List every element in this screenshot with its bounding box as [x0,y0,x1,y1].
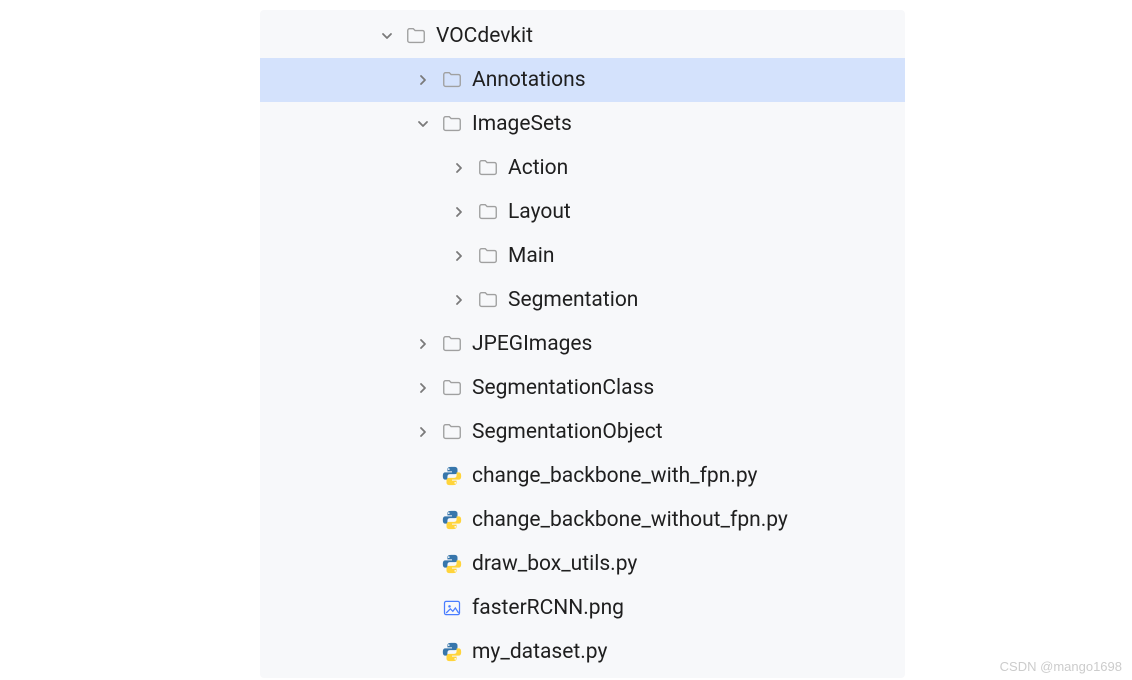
folder-label: Segmentation [508,288,638,312]
folder-label: ImageSets [472,112,572,136]
tree-folder-segmentationobject[interactable]: SegmentationObject [260,410,905,454]
python-file-icon [440,464,464,488]
tree-file-my-dataset[interactable]: my_dataset.py [260,630,905,674]
folder-label: Main [508,244,554,268]
folder-label: JPEGImages [472,332,592,356]
chevron-right-icon [412,333,434,355]
chevron-right-icon [448,201,470,223]
python-file-icon [440,552,464,576]
tree-folder-annotations[interactable]: Annotations [260,58,905,102]
folder-icon [440,376,464,400]
tree-folder-imagesets[interactable]: ImageSets [260,102,905,146]
chevron-right-icon [448,245,470,267]
folder-icon [476,288,500,312]
python-file-icon [440,508,464,532]
tree-file-draw-box-utils[interactable]: draw_box_utils.py [260,542,905,586]
tree-file-change-backbone-with-fpn[interactable]: change_backbone_with_fpn.py [260,454,905,498]
chevron-right-icon [448,157,470,179]
tree-folder-action[interactable]: Action [260,146,905,190]
tree-file-fasterrcnn-png[interactable]: fasterRCNN.png [260,586,905,630]
folder-icon [476,200,500,224]
image-file-icon [440,596,464,620]
chevron-right-icon [412,377,434,399]
folder-icon [476,244,500,268]
folder-icon [440,68,464,92]
folder-label: Layout [508,200,571,224]
chevron-right-icon [412,421,434,443]
folder-icon [440,332,464,356]
chevron-down-icon [376,25,398,47]
folder-icon [440,420,464,444]
python-file-icon [440,640,464,664]
folder-icon [476,156,500,180]
tree-folder-jpegimages[interactable]: JPEGImages [260,322,905,366]
folder-label: Action [508,156,568,180]
file-label: draw_box_utils.py [472,552,637,576]
folder-label: SegmentationClass [472,376,654,400]
folder-label: SegmentationObject [472,420,663,444]
tree-folder-segmentationclass[interactable]: SegmentationClass [260,366,905,410]
chevron-right-icon [412,69,434,91]
tree-folder-layout[interactable]: Layout [260,190,905,234]
tree-folder-main[interactable]: Main [260,234,905,278]
file-label: fasterRCNN.png [472,596,624,620]
folder-icon [440,112,464,136]
tree-file-change-backbone-without-fpn[interactable]: change_backbone_without_fpn.py [260,498,905,542]
tree-folder-segmentation[interactable]: Segmentation [260,278,905,322]
file-label: change_backbone_with_fpn.py [472,464,757,488]
file-label: change_backbone_without_fpn.py [472,508,788,532]
file-tree: VOCdevkit Annotations ImageSets Action [260,10,905,678]
chevron-right-icon [448,289,470,311]
folder-label: Annotations [472,68,586,92]
folder-icon [404,24,428,48]
tree-folder-vocdevkit[interactable]: VOCdevkit [260,14,905,58]
folder-label: VOCdevkit [436,24,533,48]
watermark: CSDN @mango1698 [1000,659,1122,674]
file-label: my_dataset.py [472,640,607,664]
chevron-down-icon [412,113,434,135]
